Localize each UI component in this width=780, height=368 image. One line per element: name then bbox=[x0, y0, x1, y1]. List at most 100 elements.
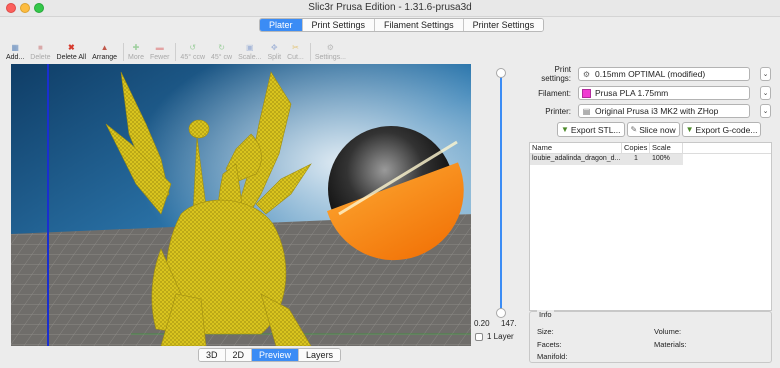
layer-max-value: 147. bbox=[501, 319, 517, 328]
toolbar-separator bbox=[123, 43, 125, 61]
filament-color-swatch bbox=[582, 88, 591, 98]
export-stl-button[interactable]: ▼ Export STL... bbox=[557, 122, 625, 137]
tab-plater[interactable]: Plater bbox=[260, 19, 303, 31]
cut-button[interactable]: ✂ Cut... bbox=[287, 43, 304, 61]
tab-preview[interactable]: Preview bbox=[252, 349, 300, 361]
export-gcode-label: Export G-code... bbox=[695, 124, 758, 135]
printer-value: Original Prusa i3 MK2 with ZHop bbox=[595, 106, 719, 116]
rotate-cw-icon: ↻ bbox=[218, 43, 225, 52]
object-settings-button[interactable]: ⚙ Settings... bbox=[315, 43, 346, 61]
object-list[interactable]: Name Copies Scale loubie_adalinda_dragon… bbox=[529, 142, 772, 311]
filament-row: Filament: Prusa PLA 1.75mm ⌄ bbox=[528, 86, 771, 100]
printer-select[interactable]: ▤ Original Prusa i3 MK2 with ZHop bbox=[578, 104, 750, 118]
title-bar: Slic3r Prusa Edition - 1.31.6-prusa3d bbox=[0, 0, 780, 17]
slice-now-button[interactable]: ✎ Slice now bbox=[626, 122, 680, 137]
info-materials-label: Materials: bbox=[654, 340, 687, 349]
window-title: Slic3r Prusa Edition - 1.31.6-prusa3d bbox=[308, 2, 472, 13]
tab-filament-settings[interactable]: Filament Settings bbox=[375, 19, 464, 31]
rotate-ccw-button[interactable]: ↺ 45° ccw bbox=[180, 43, 205, 61]
info-size-label: Size: bbox=[537, 327, 554, 336]
delete-label: Delete bbox=[30, 54, 51, 61]
export-actions: ▼ Export STL... ✎ Slice now ▼ Export G-c… bbox=[557, 122, 763, 137]
layer-slider: 0.20 147. 1 Layer bbox=[473, 64, 525, 348]
main-tabs: Plater Print Settings Filament Settings … bbox=[259, 18, 545, 32]
layer-min-value: 0.20 bbox=[474, 319, 490, 328]
printer-icon: ▤ bbox=[582, 106, 591, 116]
add-label: Add... bbox=[6, 54, 25, 61]
tab-layers[interactable]: Layers bbox=[299, 349, 341, 361]
tab-3d[interactable]: 3D bbox=[199, 349, 226, 361]
info-title: Info bbox=[537, 310, 554, 319]
print-settings-label: Print settings: bbox=[541, 65, 571, 83]
plater-toolbar: ▦ Add... ■ Delete ✖ Delete All ▲ Arrange… bbox=[6, 37, 774, 61]
fewer-button[interactable]: ▬ Fewer bbox=[150, 43, 169, 61]
split-button[interactable]: ✥ Split bbox=[267, 43, 281, 61]
column-header-copies[interactable]: Copies bbox=[622, 143, 650, 153]
3d-viewport[interactable] bbox=[11, 64, 471, 346]
add-button[interactable]: ▦ Add... bbox=[6, 43, 24, 61]
printer-dropdown-button[interactable]: ⌄ bbox=[760, 104, 771, 118]
gear-icon: ⚙ bbox=[582, 69, 591, 79]
export-icon: ▼ bbox=[685, 125, 694, 134]
rotate-cw-button[interactable]: ↻ 45° cw bbox=[211, 43, 232, 61]
slice-now-label: Slice now bbox=[639, 124, 676, 135]
object-scale-cell: 100% bbox=[652, 155, 670, 162]
arrange-icon: ▲ bbox=[100, 43, 109, 52]
info-manifold-label: Manifold: bbox=[537, 352, 568, 361]
split-icon: ✥ bbox=[270, 43, 278, 52]
export-gcode-button[interactable]: ▼ Export G-code... bbox=[681, 122, 762, 137]
more-label: More bbox=[128, 54, 144, 61]
more-button[interactable]: ✚ More bbox=[128, 43, 144, 61]
arrange-button[interactable]: ▲ Arrange bbox=[92, 43, 117, 61]
rotate-cw-label: 45° cw bbox=[211, 54, 233, 61]
filament-value: Prusa PLA 1.75mm bbox=[595, 88, 669, 98]
delete-all-label: Delete All bbox=[56, 54, 87, 61]
view-tabs: 3D 2D Preview Layers bbox=[198, 348, 342, 362]
rotate-ccw-label: 45° ccw bbox=[180, 54, 206, 61]
printer-row: Printer: ▤ Original Prusa i3 MK2 with ZH… bbox=[528, 104, 771, 118]
settings-icon: ⚙ bbox=[326, 43, 334, 52]
add-icon: ▦ bbox=[11, 43, 19, 52]
column-header-scale[interactable]: Scale bbox=[650, 143, 683, 153]
cut-icon: ✂ bbox=[292, 43, 299, 52]
arrange-label: Arrange bbox=[92, 54, 118, 61]
delete-button[interactable]: ■ Delete bbox=[30, 43, 50, 61]
tab-printer-settings[interactable]: Printer Settings bbox=[463, 19, 544, 31]
delete-icon: ■ bbox=[37, 43, 43, 52]
export-stl-label: Export STL... bbox=[570, 124, 621, 135]
info-volume-label: Volume: bbox=[654, 327, 682, 336]
filament-label: Filament: bbox=[538, 88, 571, 98]
layer-slider-bottom-handle[interactable] bbox=[496, 308, 506, 318]
chevron-down-icon: ⌄ bbox=[762, 108, 769, 115]
fewer-icon: ▬ bbox=[155, 43, 164, 52]
more-icon: ✚ bbox=[132, 43, 140, 52]
scale-button[interactable]: ▣ Scale... bbox=[238, 43, 261, 61]
scale-label: Scale... bbox=[238, 54, 262, 61]
table-row[interactable]: loubie_adalinda_dragon_d... 1 100% bbox=[530, 154, 683, 165]
print-settings-select[interactable]: ⚙ 0.15mm OPTIMAL (modified) bbox=[578, 67, 750, 81]
split-label: Split bbox=[267, 54, 282, 61]
toolbar-separator bbox=[175, 43, 177, 61]
checkbox-box[interactable] bbox=[475, 332, 483, 341]
tab-print-settings[interactable]: Print Settings bbox=[302, 19, 376, 31]
viewport-canvas bbox=[11, 64, 471, 346]
column-header-name[interactable]: Name bbox=[530, 143, 622, 153]
layer-slider-track[interactable] bbox=[500, 72, 502, 312]
delete-all-button[interactable]: ✖ Delete All bbox=[57, 43, 87, 61]
print-settings-dropdown-button[interactable]: ⌄ bbox=[760, 67, 771, 81]
slice-icon: ✎ bbox=[630, 125, 638, 134]
object-name-cell: loubie_adalinda_dragon_d... bbox=[532, 155, 621, 162]
print-settings-row: Print settings: ⚙ 0.15mm OPTIMAL (modifi… bbox=[528, 65, 771, 83]
printer-label: Printer: bbox=[545, 106, 571, 116]
filament-dropdown-button[interactable]: ⌄ bbox=[760, 86, 771, 100]
delete-all-icon: ✖ bbox=[67, 43, 75, 52]
filament-select[interactable]: Prusa PLA 1.75mm bbox=[578, 86, 750, 100]
one-layer-checkbox[interactable]: 1 Layer bbox=[475, 332, 514, 341]
export-icon: ▼ bbox=[561, 125, 569, 134]
one-layer-label: 1 Layer bbox=[487, 332, 514, 341]
tab-2d[interactable]: 2D bbox=[225, 349, 253, 361]
layer-slider-top-handle[interactable] bbox=[496, 68, 506, 78]
info-facets-label: Facets: bbox=[537, 340, 562, 349]
object-list-header: Name Copies Scale bbox=[530, 143, 771, 154]
object-copies-cell: 1 bbox=[634, 155, 638, 162]
